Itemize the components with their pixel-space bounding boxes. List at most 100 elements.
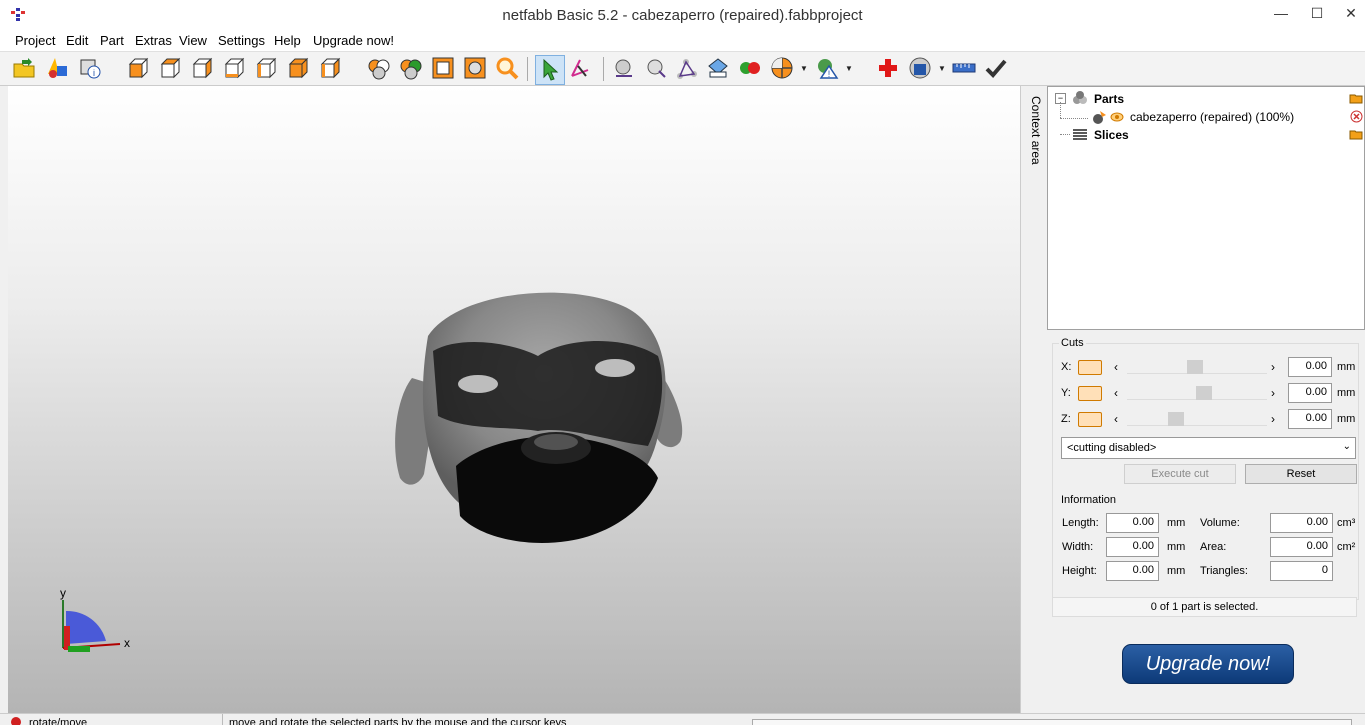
cut-x-increase-icon[interactable]: › xyxy=(1271,360,1275,374)
axis-y-label: y xyxy=(60,586,66,600)
view-left-icon[interactable] xyxy=(190,56,214,80)
cut-y-toggle[interactable] xyxy=(1078,386,1102,401)
menu-project[interactable]: Project xyxy=(15,33,55,48)
cut-x-slider-handle[interactable] xyxy=(1187,360,1203,374)
check-icon[interactable] xyxy=(984,56,1008,80)
chevron-down-icon[interactable]: ⌄ xyxy=(1343,441,1351,452)
maximize-icon[interactable]: ☐ xyxy=(1301,2,1333,26)
execute-cut-button[interactable]: Execute cut xyxy=(1124,464,1236,484)
context-area-strip[interactable] xyxy=(1020,86,1048,713)
menu-edit[interactable]: Edit xyxy=(66,33,88,48)
menu-bar: Project Edit Part Extras View Settings H… xyxy=(0,31,1365,52)
cut-z-toggle[interactable] xyxy=(1078,412,1102,427)
close-icon[interactable]: ✕ xyxy=(1335,2,1365,26)
repair-icon[interactable] xyxy=(876,56,900,80)
menu-extras[interactable]: Extras xyxy=(135,33,172,48)
view-default-icon[interactable] xyxy=(318,56,342,80)
menu-part[interactable]: Part xyxy=(100,33,124,48)
view-front-icon[interactable] xyxy=(126,56,150,80)
cut-z-increase-icon[interactable]: › xyxy=(1271,412,1275,426)
cut-z-slider-track[interactable] xyxy=(1127,413,1267,426)
width-unit: mm xyxy=(1167,541,1186,553)
parts-icon xyxy=(1073,91,1087,104)
point-icon[interactable] xyxy=(612,56,636,80)
menu-view[interactable]: View xyxy=(179,33,207,48)
cut-x-label: X: xyxy=(1061,361,1072,373)
cut-z-slider-handle[interactable] xyxy=(1168,412,1184,426)
cut-y-label: Y: xyxy=(1061,387,1071,399)
area-unit: cm² xyxy=(1337,541,1356,553)
cut-y-unit: mm xyxy=(1337,387,1356,399)
open-project-icon[interactable] xyxy=(12,56,36,80)
cut-y-input[interactable]: 0.00 xyxy=(1288,383,1332,403)
cut-x-toggle[interactable] xyxy=(1078,360,1102,375)
width-label: Width: xyxy=(1062,541,1094,553)
axis-gizmo xyxy=(62,600,121,652)
cut-x-decrease-icon[interactable]: ‹ xyxy=(1114,360,1118,374)
parts-node-label[interactable]: Parts xyxy=(1094,92,1124,106)
reset-button[interactable]: Reset xyxy=(1245,464,1357,484)
length-value: 0.00 xyxy=(1106,513,1159,533)
cut-y-increase-icon[interactable]: › xyxy=(1271,386,1275,400)
visibility-icon[interactable] xyxy=(1110,111,1124,123)
width-value: 0.00 xyxy=(1106,537,1159,557)
information-section-label: Information xyxy=(1061,494,1117,506)
remove-part-icon[interactable] xyxy=(1350,110,1363,123)
zoom-platform-icon[interactable] xyxy=(431,56,455,80)
zoom-selected-icon[interactable] xyxy=(367,56,391,80)
volume-unit: cm³ xyxy=(1337,517,1356,529)
project-tree[interactable]: − Parts cabezaperro (repaired) (100%) Sl… xyxy=(1047,86,1365,330)
menu-upgrade[interactable]: Upgrade now! xyxy=(313,33,394,48)
add-part-icon[interactable] xyxy=(45,56,69,80)
area-label: Area: xyxy=(1200,541,1227,553)
tree-line xyxy=(1060,118,1088,119)
zoom-all-icon[interactable] xyxy=(399,56,423,80)
color-mode-icon[interactable] xyxy=(738,56,762,80)
slices-node-label[interactable]: Slices xyxy=(1094,128,1129,142)
part-item-label[interactable]: cabezaperro (repaired) (100%) xyxy=(1130,110,1294,124)
repair-dropdown-icon[interactable]: ▼ xyxy=(845,64,853,73)
export-icon[interactable] xyxy=(908,56,932,80)
cut-y-slider-handle[interactable] xyxy=(1196,386,1212,400)
status-progress xyxy=(752,719,1352,725)
export-dropdown-icon[interactable]: ▼ xyxy=(938,64,946,73)
view-bottom-icon[interactable] xyxy=(286,56,310,80)
triangles-value: 0 xyxy=(1270,561,1333,581)
context-area-label[interactable]: Context area xyxy=(1029,96,1043,165)
toolbar-separator xyxy=(603,57,604,81)
slices-folder-icon[interactable] xyxy=(1349,128,1363,140)
cut-y-decrease-icon[interactable]: ‹ xyxy=(1114,386,1118,400)
minimize-icon[interactable]: — xyxy=(1265,2,1297,26)
zoom-parts-icon[interactable] xyxy=(463,56,487,80)
ruler-icon[interactable] xyxy=(952,56,976,80)
move-tool-icon[interactable] xyxy=(568,56,592,80)
menu-help[interactable]: Help xyxy=(274,33,301,48)
cut-z-input[interactable]: 0.00 xyxy=(1288,409,1332,429)
wireframe-icon[interactable] xyxy=(674,56,698,80)
parts-folder-icon[interactable] xyxy=(1349,92,1363,104)
3d-viewport[interactable]: y x xyxy=(8,86,1020,713)
part-mesh-icon xyxy=(1093,111,1106,124)
menu-settings[interactable]: Settings xyxy=(218,33,265,48)
section-dropdown-icon[interactable]: ▼ xyxy=(800,64,808,73)
status-bar: rotate/move move and rotate the selected… xyxy=(0,713,1365,725)
cut-mode-dropdown[interactable]: <cutting disabled> ⌄ xyxy=(1061,437,1356,459)
repair-warning-icon[interactable]: ! xyxy=(815,56,839,80)
view-top-icon[interactable] xyxy=(254,56,278,80)
cut-z-decrease-icon[interactable]: ‹ xyxy=(1114,412,1118,426)
cuts-section-label: Cuts xyxy=(1059,337,1086,349)
triangles-label: Triangles: xyxy=(1200,565,1248,577)
upgrade-now-button[interactable]: Upgrade now! xyxy=(1122,644,1294,684)
measure-icon[interactable] xyxy=(706,56,730,80)
dog-head-model[interactable] xyxy=(8,86,1020,713)
length-label: Length: xyxy=(1062,517,1099,529)
cut-x-unit: mm xyxy=(1337,361,1356,373)
view-right-icon[interactable] xyxy=(222,56,246,80)
section-icon[interactable] xyxy=(770,56,794,80)
cut-x-input[interactable]: 0.00 xyxy=(1288,357,1332,377)
zoom-icon[interactable] xyxy=(495,56,519,80)
view-back-icon[interactable] xyxy=(158,56,182,80)
solid-mode-icon[interactable] xyxy=(644,56,668,80)
part-info-icon[interactable]: i xyxy=(78,56,102,80)
select-tool-icon[interactable] xyxy=(535,55,565,85)
